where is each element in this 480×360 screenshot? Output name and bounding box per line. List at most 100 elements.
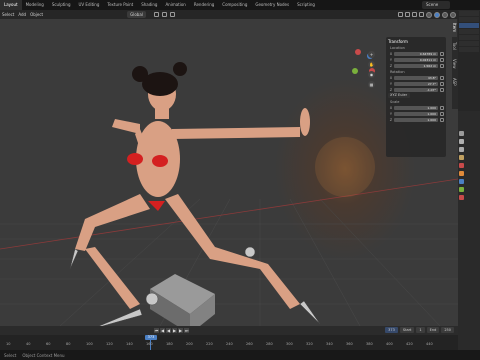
render-icon[interactable]	[459, 139, 464, 144]
grid-icon[interactable]: ▦	[368, 81, 375, 88]
tab-shading[interactable]: Shading	[137, 0, 161, 10]
orientation-dropdown[interactable]: Global	[127, 11, 146, 18]
lock-icon[interactable]	[440, 117, 444, 122]
tab-rendering[interactable]: Rendering	[190, 0, 218, 10]
timeline-tick: 200	[186, 342, 193, 346]
lock-icon[interactable]	[440, 105, 444, 110]
timeline-tick: 10	[6, 342, 11, 346]
status-context-menu: Object Context Menu	[22, 352, 65, 358]
scale-x-field[interactable]: 1.000	[394, 105, 438, 110]
location-x-field[interactable]: 0.64789 m	[394, 51, 438, 56]
timeline-tick: 100	[86, 342, 93, 346]
modifier-icon[interactable]	[459, 179, 464, 184]
prev-key-icon[interactable]: ◀	[160, 328, 165, 333]
gizmo-icon[interactable]	[405, 11, 410, 17]
visibility-icon[interactable]	[398, 11, 403, 17]
wireframe-shading-button[interactable]	[426, 11, 432, 18]
rotation-mode-dropdown[interactable]: XYZ Euler	[388, 93, 410, 98]
lock-icon[interactable]	[440, 87, 444, 92]
material-shading-button[interactable]	[442, 11, 448, 18]
timeline-tick: 40	[26, 342, 31, 346]
lock-icon[interactable]	[440, 81, 444, 86]
xray-icon[interactable]	[419, 11, 424, 17]
solid-shading-button[interactable]	[434, 11, 440, 18]
lock-icon[interactable]	[440, 63, 444, 68]
next-key-icon[interactable]: ▶	[178, 328, 183, 333]
outliner-row[interactable]	[459, 23, 479, 28]
overlay-icon[interactable]	[412, 11, 417, 17]
workspace-bar: Layout Modeling Sculpting UV Editing Tex…	[0, 0, 480, 10]
location-z-field[interactable]: 1.562 m	[394, 63, 438, 68]
output-icon[interactable]	[459, 147, 464, 152]
character-model[interactable]	[75, 77, 310, 309]
rotation-y-field[interactable]: 27.7°	[394, 81, 438, 86]
tab-texture-paint[interactable]: Texture Paint	[103, 0, 137, 10]
lock-icon[interactable]	[440, 51, 444, 56]
end-frame-field[interactable]: 250	[441, 327, 454, 333]
scale-y-field[interactable]: 1.000	[394, 111, 438, 116]
outliner-row[interactable]	[459, 29, 479, 34]
tab-layout[interactable]: Layout	[0, 0, 22, 10]
cube-object[interactable]	[150, 274, 215, 326]
status-select: Select	[4, 352, 17, 358]
light-object[interactable]	[315, 137, 375, 197]
tab-modeling[interactable]: Modeling	[22, 0, 48, 10]
timeline-ruler[interactable]: 373 10 40 60 80 100 120 140 160 180 200 220 240 260 2…	[0, 335, 458, 350]
play-icon[interactable]: ▶	[172, 328, 177, 333]
tab-geometry-nodes[interactable]: Geometry Nodes	[251, 0, 293, 10]
snap-icon[interactable]	[161, 12, 167, 17]
tab-uv-editing[interactable]: UV Editing	[75, 0, 104, 10]
jump-start-icon[interactable]: ⏮	[154, 328, 159, 333]
tab-compositing[interactable]: Compositing	[218, 0, 251, 10]
pivot-icon[interactable]	[153, 12, 159, 17]
rendered-shading-button[interactable]	[450, 11, 456, 18]
proportional-icon[interactable]	[169, 12, 175, 17]
tab-view[interactable]: View	[452, 55, 457, 73]
tab-tool[interactable]: Tool	[452, 37, 457, 55]
outliner-row[interactable]	[459, 35, 479, 40]
tab-scripting[interactable]: Scripting	[293, 0, 319, 10]
lock-icon[interactable]	[440, 75, 444, 80]
rotation-x-field[interactable]: 43.8°	[394, 75, 438, 80]
tab-item[interactable]: Item	[452, 19, 457, 37]
rotation-z-field[interactable]: -1.07°	[394, 87, 438, 92]
3d-viewport[interactable]: + ✋ ◉ ▦ Transform Location X 0.64789 m Y0…	[0, 19, 458, 326]
tab-animation[interactable]: Animation	[161, 0, 189, 10]
tool-icon[interactable]	[459, 131, 464, 136]
camera-icon[interactable]: ◉	[368, 71, 375, 78]
start-frame-field[interactable]: 1	[416, 327, 425, 333]
outliner-row[interactable]	[459, 17, 479, 22]
jump-end-icon[interactable]: ⏭	[184, 328, 189, 333]
transform-panel: Transform Location X 0.64789 m Y 0.02311 m…	[386, 37, 446, 157]
timeline-tick: 180	[166, 342, 173, 346]
menu-select[interactable]: Select	[2, 12, 14, 17]
outliner[interactable]	[458, 11, 480, 111]
timeline-tick: 280	[266, 342, 273, 346]
play-reverse-icon[interactable]: ◀	[166, 328, 171, 333]
data-icon[interactable]	[459, 187, 464, 192]
timeline-tick: 320	[306, 342, 313, 346]
outliner-row[interactable]	[459, 11, 479, 16]
current-frame-field[interactable]: 373	[385, 327, 398, 333]
object-icon[interactable]	[459, 171, 464, 176]
location-y-field[interactable]: 0.02311 m	[394, 57, 438, 62]
world-icon[interactable]	[459, 163, 464, 168]
scene-field[interactable]: Scene	[422, 1, 450, 9]
pan-icon[interactable]: ✋	[368, 61, 375, 68]
playhead[interactable]: 373	[145, 335, 157, 340]
menu-add[interactable]: Add	[18, 12, 26, 17]
outliner-row[interactable]	[459, 41, 479, 46]
outliner-row[interactable]	[459, 47, 479, 52]
zoom-icon[interactable]: +	[368, 51, 375, 58]
scale-z-field[interactable]: 1.000	[394, 117, 438, 122]
material-icon[interactable]	[459, 195, 464, 200]
lock-icon[interactable]	[440, 111, 444, 116]
status-bar: Select Object Context Menu	[0, 350, 480, 360]
menu-object[interactable]: Object	[30, 12, 43, 17]
tab-sculpting[interactable]: Sculpting	[48, 0, 75, 10]
timeline-tick: 80	[66, 342, 71, 346]
scene-icon[interactable]	[459, 155, 464, 160]
timeline-tick: 400	[386, 342, 393, 346]
lock-icon[interactable]	[440, 57, 444, 62]
tab-asp[interactable]: ASP	[452, 73, 457, 91]
